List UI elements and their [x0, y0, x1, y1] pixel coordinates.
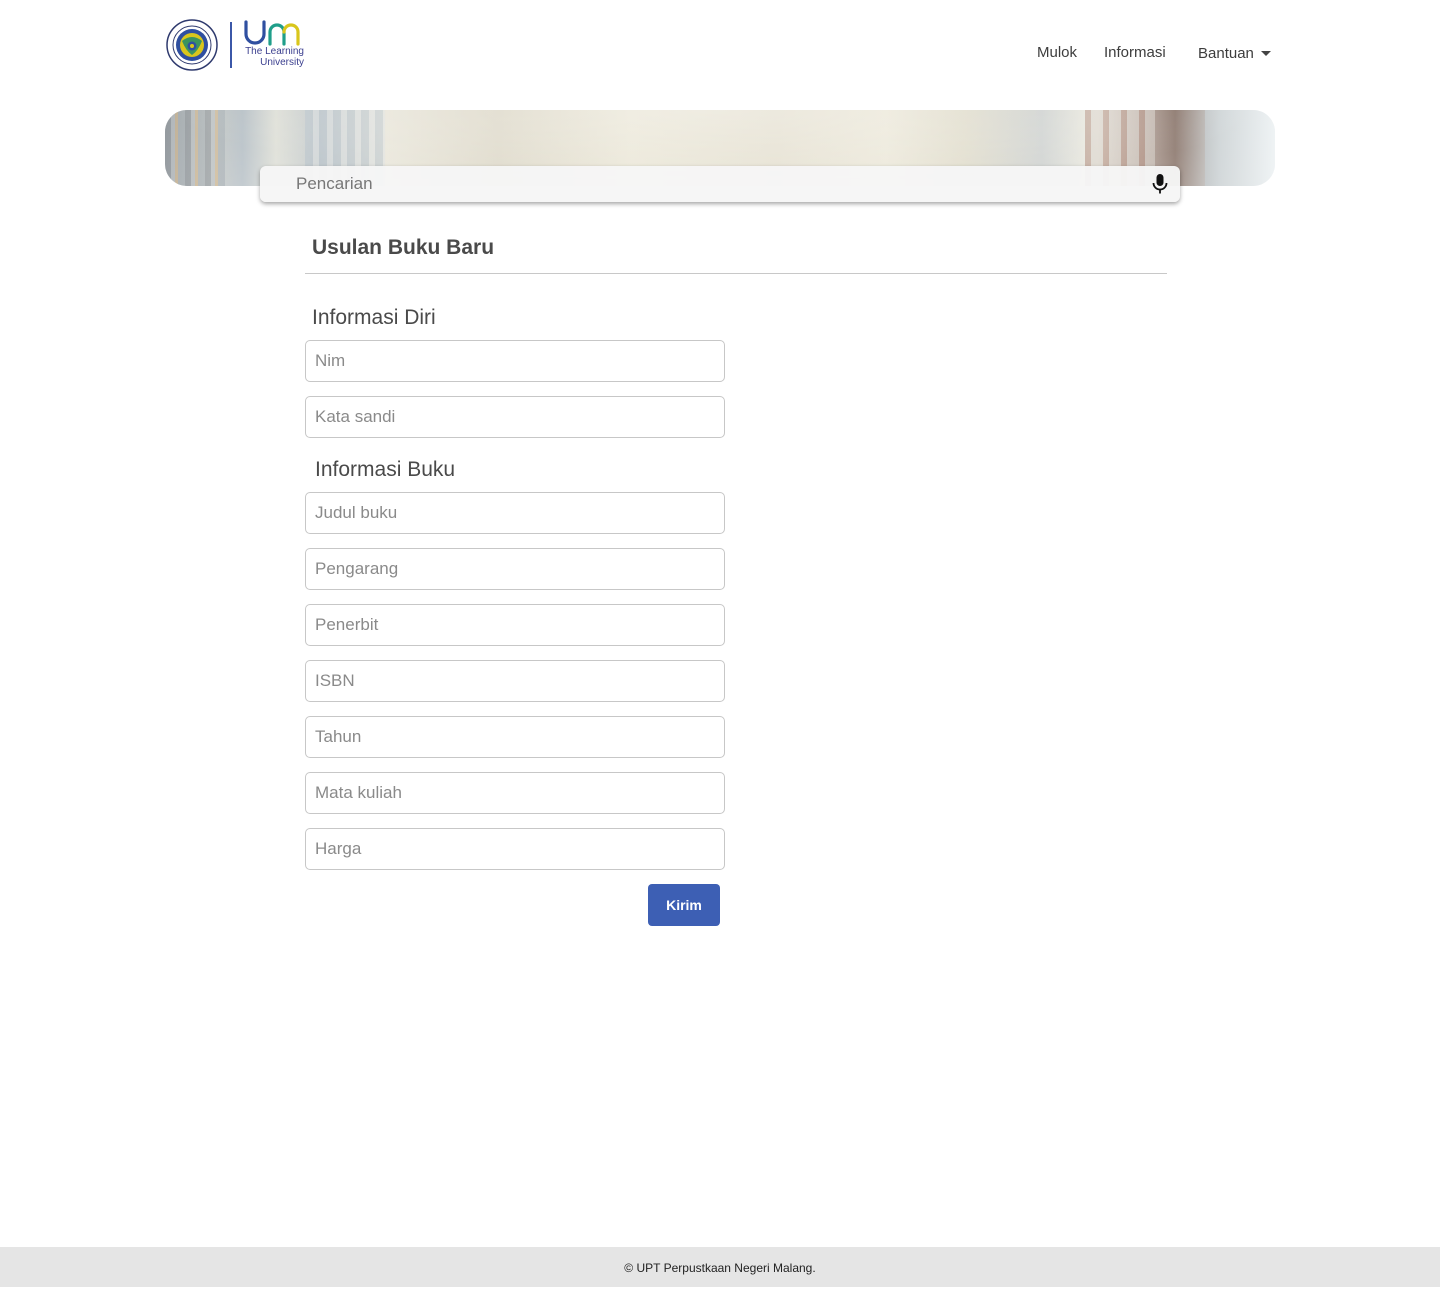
nav-bantuan-dropdown[interactable]: Bantuan [1198, 45, 1271, 62]
title-divider [305, 273, 1167, 274]
nav-informasi[interactable]: Informasi [1104, 44, 1166, 61]
search-input[interactable] [296, 166, 1136, 202]
caret-down-icon [1260, 51, 1271, 56]
year-field[interactable] [305, 716, 725, 758]
nav-mulok[interactable]: Mulok [1037, 44, 1077, 61]
nav-bantuan-label: Bantuan [1198, 45, 1254, 62]
course-field[interactable] [305, 772, 725, 814]
isbn-field[interactable] [305, 660, 725, 702]
password-field[interactable] [305, 396, 725, 438]
microphone-icon[interactable] [1151, 173, 1169, 195]
search-bar [260, 166, 1180, 202]
site-footer: © UPT Perpustkaan Negeri Malang. [0, 1247, 1440, 1287]
logo-divider [230, 22, 232, 68]
submit-button[interactable]: Kirim [648, 884, 720, 926]
publisher-field[interactable] [305, 604, 725, 646]
section-title-personal: Informasi Diri [312, 306, 436, 329]
author-field[interactable] [305, 548, 725, 590]
logo-tagline: The Learning University [240, 46, 304, 68]
site-header: The Learning University Mulok Informasi … [0, 0, 1440, 100]
um-wordmark-icon [244, 20, 300, 46]
university-seal-icon [166, 19, 218, 71]
tagline-line2: University [260, 57, 304, 68]
footer-copyright: © UPT Perpustkaan Negeri Malang. [624, 1261, 816, 1275]
section-title-book: Informasi Buku [315, 458, 456, 481]
price-field[interactable] [305, 828, 725, 870]
um-logo[interactable]: The Learning University [166, 18, 306, 72]
page-title: Usulan Buku Baru [312, 236, 495, 259]
nim-field[interactable] [305, 340, 725, 382]
tagline-line1: The Learning [245, 46, 304, 57]
book-title-field[interactable] [305, 492, 725, 534]
